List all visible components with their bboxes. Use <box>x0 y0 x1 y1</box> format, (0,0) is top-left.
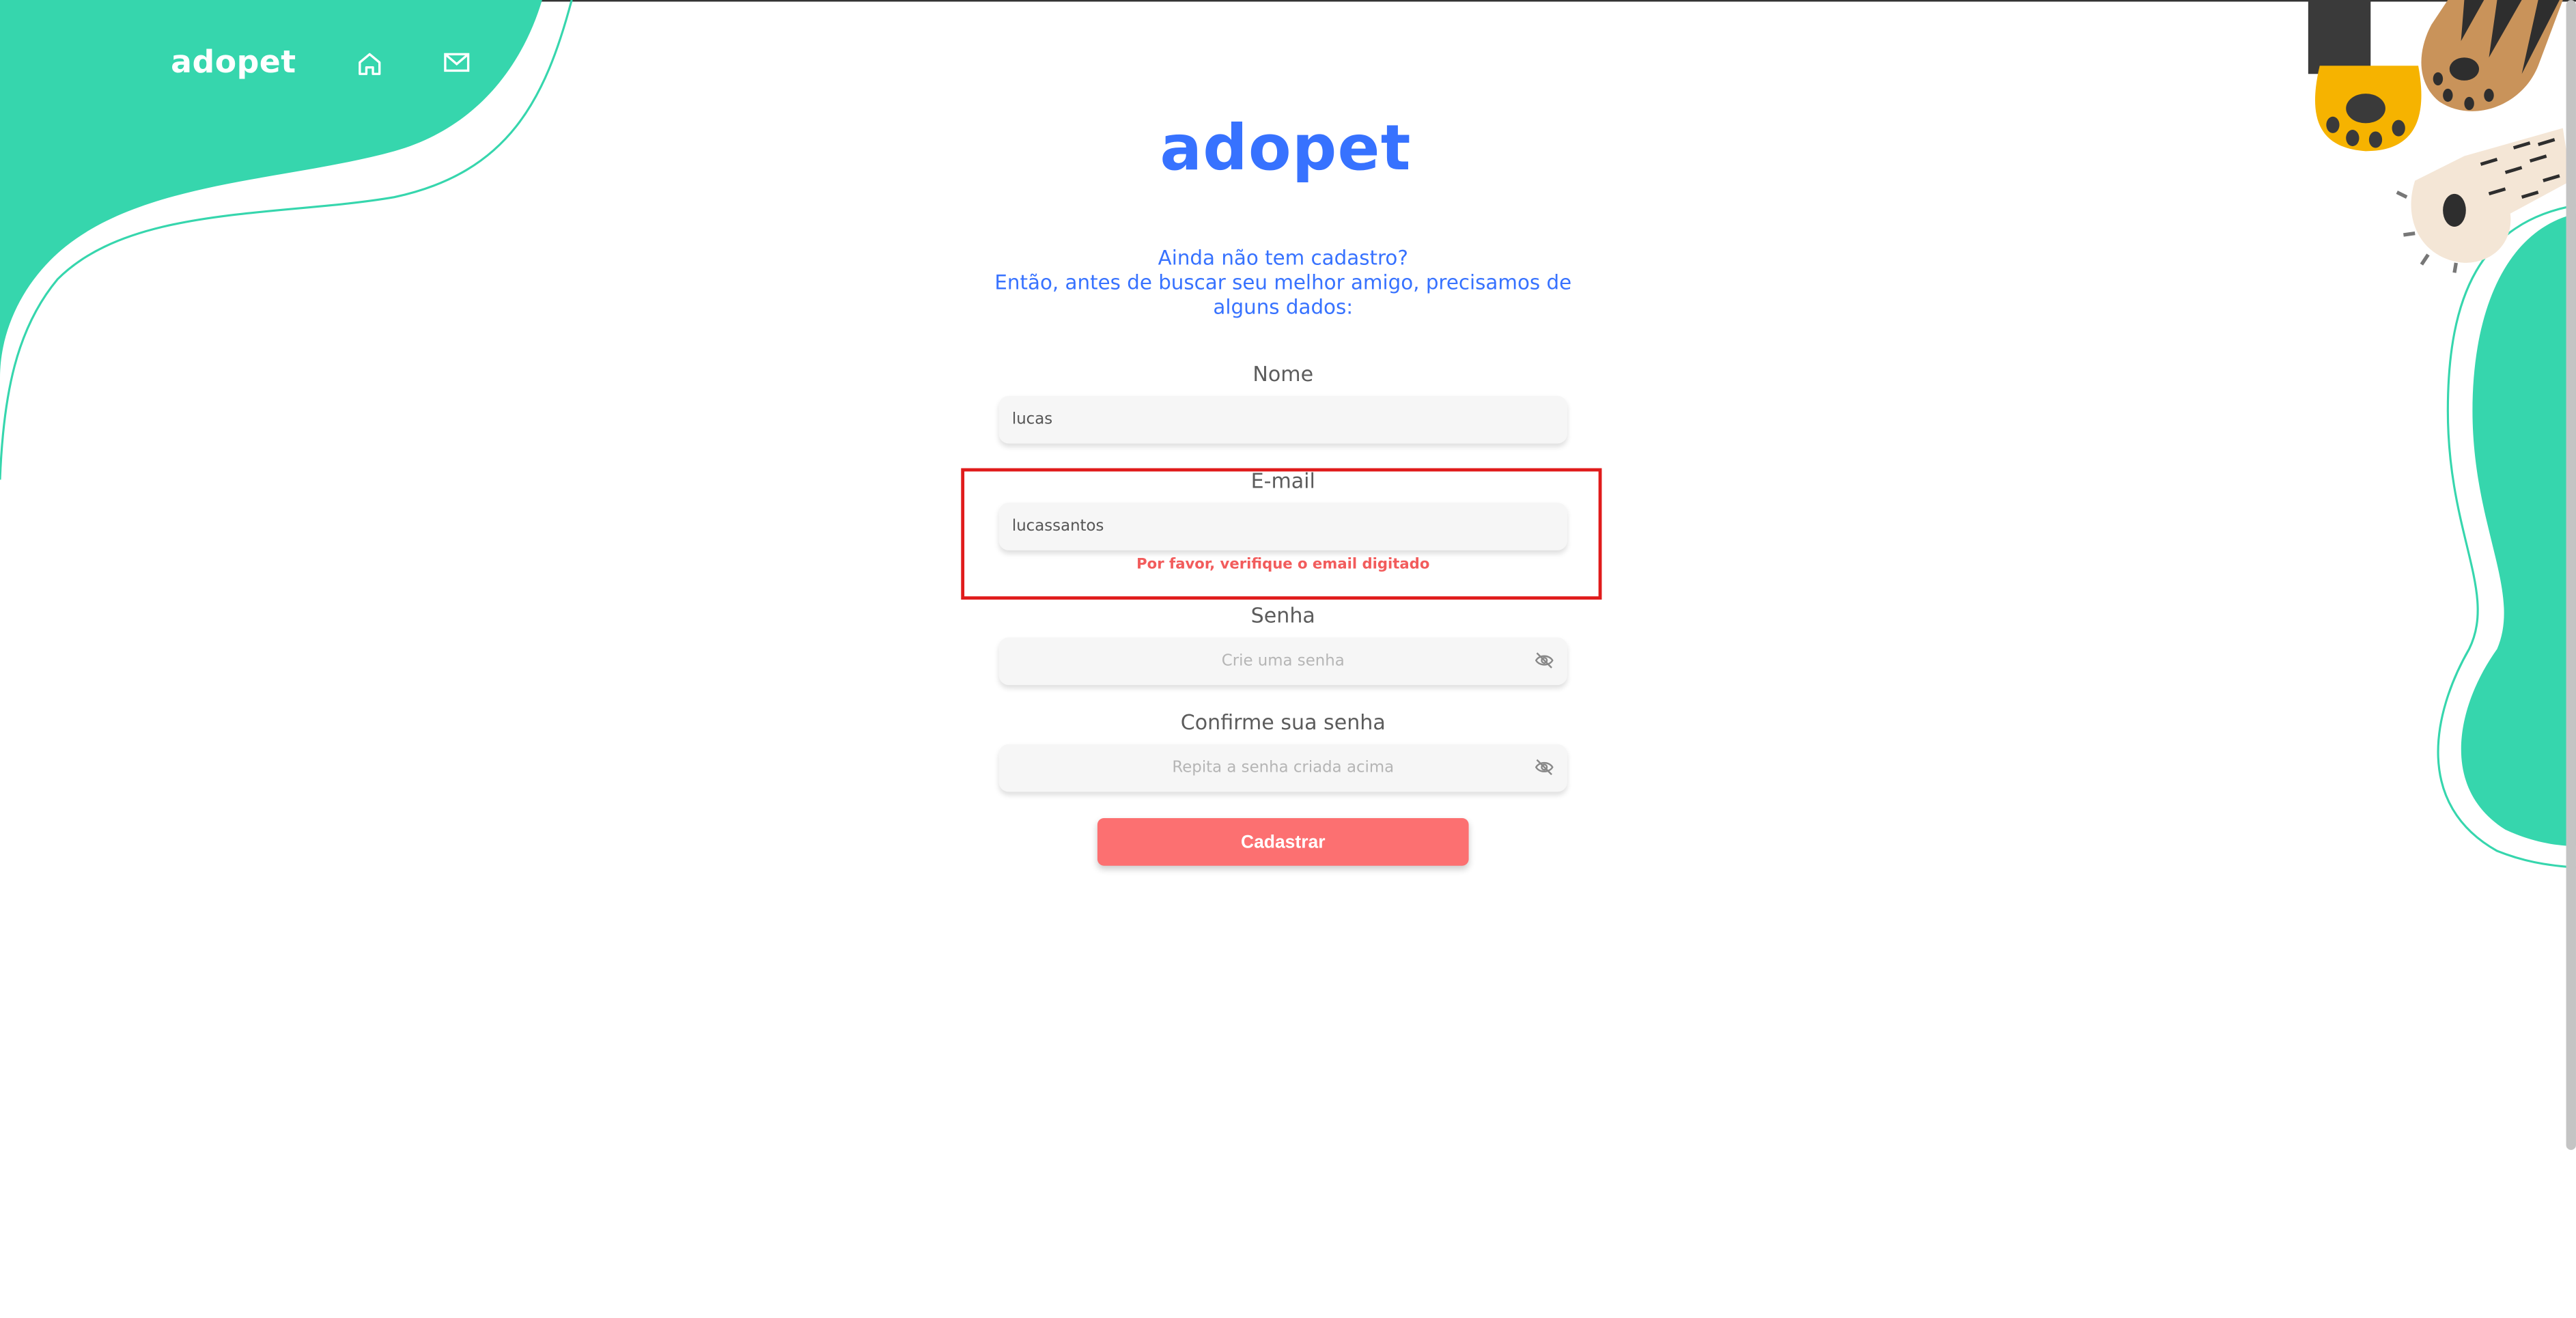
mail-icon[interactable] <box>442 48 471 77</box>
page: adopet adopet Ainda não tem cadastro? En… <box>0 0 2576 1317</box>
password-input[interactable] <box>998 637 1567 686</box>
password-label: Senha <box>1250 602 1315 628</box>
error-highlight-box <box>961 468 1602 600</box>
eye-off-icon[interactable] <box>1535 651 1554 671</box>
brown-paw-illustration <box>2421 0 2563 111</box>
intro-text: Ainda não tem cadastro? Então, antes de … <box>985 247 1580 320</box>
intro-line-1: Ainda não tem cadastro? <box>1158 246 1408 270</box>
scrollbar[interactable] <box>2566 0 2576 1150</box>
confirm-password-label: Confirme sua senha <box>1180 710 1386 735</box>
intro-line-2: Então, antes de buscar seu melhor amigo,… <box>994 270 1572 319</box>
home-icon[interactable] <box>355 49 384 79</box>
main-logo: adopet <box>1160 111 1412 184</box>
submit-button[interactable]: Cadastrar <box>1097 817 1469 866</box>
eye-off-icon[interactable] <box>1535 757 1554 777</box>
confirm-password-input[interactable] <box>998 744 1567 792</box>
header-logo[interactable]: adopet <box>171 44 296 81</box>
name-label: Nome <box>1252 361 1314 387</box>
orange-paw-illustration <box>2308 0 2422 152</box>
name-input[interactable] <box>998 395 1567 444</box>
